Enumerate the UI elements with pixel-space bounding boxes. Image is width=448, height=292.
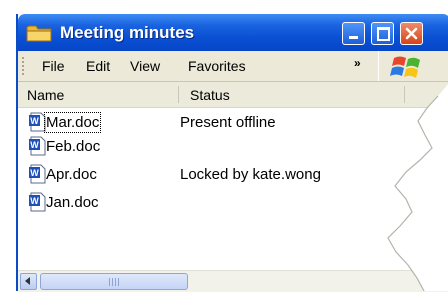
torn-edge (387, 84, 448, 291)
